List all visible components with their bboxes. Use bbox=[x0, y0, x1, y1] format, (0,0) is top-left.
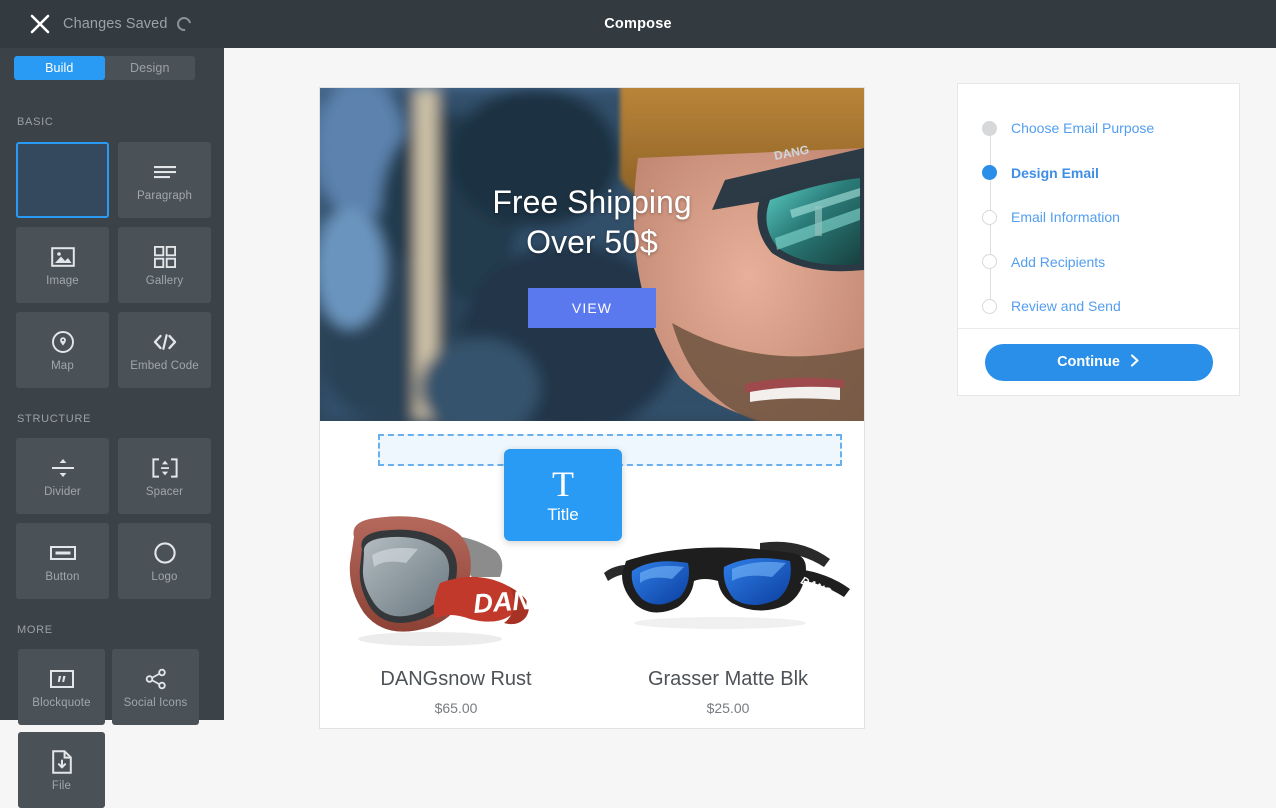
steps-list: Choose Email Purpose Design Email Email … bbox=[958, 84, 1239, 343]
continue-button-label: Continue bbox=[1057, 354, 1120, 370]
more-tiles: Blockquote Social Icons File bbox=[0, 649, 224, 808]
step-design-email[interactable]: Design Email bbox=[958, 151, 1239, 196]
product-name: Grasser Matte Blk bbox=[647, 668, 809, 690]
product-name: DANGsnow Rust bbox=[380, 668, 532, 690]
block-tile-placeholder[interactable] bbox=[16, 142, 109, 218]
hero-headline-line1: Free Shipping bbox=[492, 183, 692, 220]
code-icon bbox=[152, 329, 178, 355]
block-tile-logo[interactable]: Logo bbox=[118, 523, 211, 599]
chevron-right-icon bbox=[1130, 353, 1140, 371]
block-tile-button[interactable]: Button bbox=[16, 523, 109, 599]
step-review-and-send[interactable]: Review and Send bbox=[958, 284, 1239, 329]
step-dot-todo bbox=[982, 209, 997, 225]
dragging-block-label: Title bbox=[547, 505, 579, 524]
block-tile-label: Divider bbox=[44, 485, 81, 498]
block-tile-paragraph[interactable]: Paragraph bbox=[118, 142, 211, 218]
step-dot-todo bbox=[982, 298, 997, 314]
block-tile-label: Logo bbox=[151, 570, 178, 583]
step-email-information[interactable]: Email Information bbox=[958, 195, 1239, 240]
block-tile-embed-code[interactable]: Embed Code bbox=[118, 312, 211, 388]
page-title: Compose bbox=[604, 16, 672, 32]
block-tile-label: Button bbox=[45, 570, 80, 583]
block-tile-label: Embed Code bbox=[130, 359, 199, 372]
hero-overlay: Free Shipping Over 50$ VIEW bbox=[320, 88, 864, 421]
image-icon bbox=[50, 244, 76, 270]
block-tile-label: Gallery bbox=[145, 274, 184, 287]
file-download-icon bbox=[49, 749, 75, 775]
continue-button[interactable]: Continue bbox=[984, 343, 1213, 381]
step-label: Email Information bbox=[1011, 209, 1120, 226]
paragraph-icon bbox=[152, 159, 178, 185]
block-tile-label: Social Icons bbox=[123, 696, 188, 709]
panel-footer: Continue bbox=[958, 328, 1239, 395]
section-label-more: MORE bbox=[17, 624, 53, 636]
step-label: Review and Send bbox=[1011, 298, 1121, 315]
structure-tiles: Divider Spacer Button Logo bbox=[0, 438, 224, 599]
step-dot-done bbox=[982, 120, 997, 136]
email-preview-card: DANG Free Shipping Over 50$ VIEW DANG DA… bbox=[320, 88, 864, 728]
product-price: $25.00 bbox=[706, 700, 750, 716]
gallery-icon bbox=[152, 244, 178, 270]
block-tile-divider[interactable]: Divider bbox=[16, 438, 109, 514]
basic-tiles: Paragraph Image Gallery Map Embed Code bbox=[0, 142, 224, 388]
dragging-title-block[interactable]: T Title bbox=[504, 449, 622, 541]
spacer-icon bbox=[151, 455, 178, 481]
step-add-recipients[interactable]: Add Recipients bbox=[958, 240, 1239, 285]
block-tile-blockquote[interactable]: Blockquote bbox=[18, 649, 105, 725]
workflow-steps-panel: Choose Email Purpose Design Email Email … bbox=[957, 83, 1240, 396]
section-label-basic: BASIC bbox=[17, 116, 54, 128]
block-tile-image[interactable]: Image bbox=[16, 227, 109, 303]
title-icon: T bbox=[552, 464, 574, 504]
step-label: Design Email bbox=[1011, 164, 1099, 181]
button-icon bbox=[49, 540, 76, 566]
step-dot-todo bbox=[982, 254, 997, 270]
hero-banner-block[interactable]: DANG Free Shipping Over 50$ VIEW bbox=[320, 88, 864, 421]
step-dot-current bbox=[982, 165, 997, 181]
product-image-sunglasses: DANG bbox=[592, 491, 864, 656]
product-price: $65.00 bbox=[434, 700, 478, 716]
block-tile-map[interactable]: Map bbox=[16, 312, 109, 388]
block-tile-label: File bbox=[51, 779, 72, 792]
block-tile-label: Paragraph bbox=[136, 189, 193, 202]
divider-icon bbox=[50, 455, 76, 481]
hero-view-button[interactable]: VIEW bbox=[527, 287, 657, 328]
product-card[interactable]: DANG Grasser Matte Blk $25.00 bbox=[592, 491, 864, 716]
block-palette: BASIC Paragraph Image Gallery Map Embed … bbox=[0, 88, 224, 808]
block-tile-label: Spacer bbox=[145, 485, 184, 498]
block-tile-file[interactable]: File bbox=[18, 732, 105, 808]
block-tile-gallery[interactable]: Gallery bbox=[118, 227, 211, 303]
hero-headline-line2: Over 50$ bbox=[526, 223, 658, 260]
block-tile-label: Image bbox=[46, 274, 79, 287]
block-tile-label: Blockquote bbox=[32, 696, 91, 709]
block-tile-social-icons[interactable]: Social Icons bbox=[112, 649, 199, 725]
share-icon bbox=[143, 666, 169, 692]
logo-circle-icon bbox=[152, 540, 178, 566]
tab-build[interactable]: Build bbox=[14, 56, 105, 80]
top-bar: Changes Saved Compose bbox=[0, 0, 1276, 48]
hero-headline: Free Shipping Over 50$ bbox=[492, 182, 691, 262]
step-label: Add Recipients bbox=[1011, 253, 1106, 270]
step-choose-email-purpose[interactable]: Choose Email Purpose bbox=[958, 106, 1239, 151]
build-design-toggle[interactable]: Build Design bbox=[14, 56, 195, 80]
svg-text:DANG: DANG bbox=[472, 584, 553, 619]
blockquote-icon bbox=[49, 666, 75, 692]
tab-design[interactable]: Design bbox=[105, 56, 196, 80]
map-pin-icon bbox=[50, 329, 76, 355]
step-label: Choose Email Purpose bbox=[1011, 120, 1155, 137]
left-sidebar: Build Design BASIC Paragraph Image Galle… bbox=[0, 48, 224, 808]
block-tile-spacer[interactable]: Spacer bbox=[118, 438, 211, 514]
section-label-structure: STRUCTURE bbox=[17, 413, 92, 425]
block-tile-label: Map bbox=[51, 359, 74, 372]
